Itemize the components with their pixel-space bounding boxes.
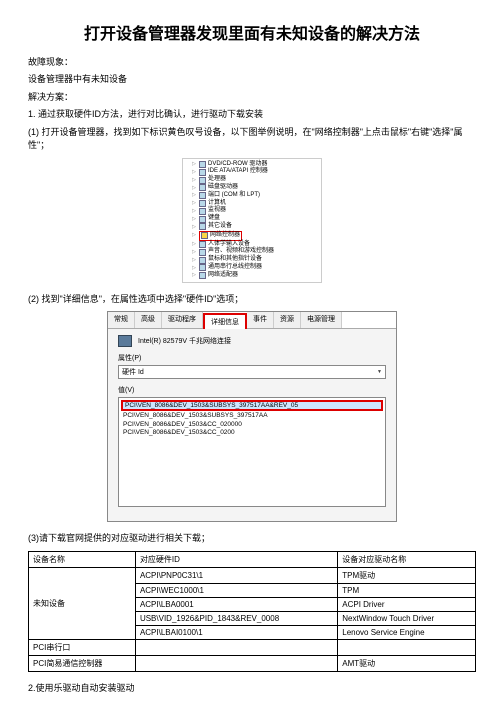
table-cell-drv: ACPI Driver: [338, 597, 476, 611]
table-header-id: 对应硬件ID: [135, 551, 337, 567]
dialog-tab[interactable]: 高级: [135, 312, 162, 328]
table-cell-devicename: PCI串行口: [29, 639, 136, 655]
fault-label: 故障现象：: [28, 56, 476, 69]
device-name-text: Intel(R) 82579V 千兆网络连接: [138, 336, 231, 346]
table-cell-drv: TPM驱动: [338, 567, 476, 583]
device-tree-item: ▷鼠标和其他指针设备: [185, 256, 319, 264]
device-tree-item: ▷其它设备: [185, 223, 319, 231]
property-dropdown[interactable]: 硬件 Id ▼: [118, 365, 386, 379]
hardware-id-item[interactable]: PCI\VEN_8086&DEV_1503&SUBSYS_397517AA: [121, 412, 383, 420]
table-cell-drv: NextWindow Touch Driver: [338, 611, 476, 625]
device-tree-item: ▷键盘: [185, 215, 319, 223]
table-cell-devicename: PCI简易通信控制器: [29, 655, 136, 671]
table-cell-id: ACPI\LBAI0100\1: [135, 625, 337, 639]
device-tree-item: ▷IDE ATA/ATAPI 控制器: [185, 168, 319, 176]
table-cell-id: USB\VID_1926&PID_1843&REV_0008: [135, 611, 337, 625]
step-1-1: (1) 打开设备管理器，找到如下标识黄色叹号设备，以下图举例说明，在"网络控制器…: [28, 126, 476, 151]
page-title: 打开设备管理器发现里面有未知设备的解决方法: [28, 20, 476, 44]
table-cell-id: [135, 639, 337, 655]
step-1-3: (3)请下载官网提供的对应驱动进行相关下载；: [28, 532, 476, 545]
dialog-tab[interactable]: 事件: [247, 312, 274, 328]
table-cell-drv: [338, 639, 476, 655]
table-cell-id: ACPI\LBA0001: [135, 597, 337, 611]
device-tree-item: ▷监视器: [185, 207, 319, 215]
step-1-2: (2) 找到"详细信息"，在属性选项中选择"硬件ID"选项；: [28, 293, 476, 306]
device-tree-item: ▷端口 (COM 和 LPT): [185, 192, 319, 200]
network-adapter-icon: [118, 335, 132, 347]
hardware-id-item[interactable]: PCI\VEN_8086&DEV_1503&CC_0200: [121, 429, 383, 437]
properties-dialog: 常规高级驱动程序详细信息事件资源电源管理 Intel(R) 82579V 千兆网…: [107, 311, 397, 522]
device-tree-screenshot: ▷DVD/CD-ROW 驱动器▷IDE ATA/ATAPI 控制器▷处理器▷磁盘…: [182, 158, 322, 283]
device-tree-item: ▷磁盘驱动器: [185, 184, 319, 192]
device-tree-item: ▷声音、视频和游戏控制器: [185, 248, 319, 256]
device-tree-highlight: 网络控制器: [210, 232, 240, 240]
table-header-name: 设备名称: [29, 551, 136, 567]
device-tree-item: ▷计算机: [185, 200, 319, 208]
hardware-id-item[interactable]: PCI\VEN_8086&DEV_1503&SUBSYS_397517AA&RE…: [121, 400, 383, 411]
hardware-id-item[interactable]: PCI\VEN_8086&DEV_1503&CC_020000: [121, 421, 383, 429]
dialog-tabs: 常规高级驱动程序详细信息事件资源电源管理: [108, 312, 396, 329]
table-cell-id: ACPI\WEC1000\1: [135, 583, 337, 597]
table-cell-drv: Lenovo Service Engine: [338, 625, 476, 639]
table-header-driver: 设备对应驱动名称: [338, 551, 476, 567]
table-cell-drv: AMT驱动: [338, 655, 476, 671]
table-cell-id: [135, 655, 337, 671]
chevron-down-icon: ▼: [377, 369, 382, 375]
dialog-tab[interactable]: 驱动程序: [162, 312, 203, 328]
value-label: 值(V): [118, 385, 386, 395]
step-1: 1. 通过获取硬件ID方法，进行对比确认，进行驱动下载安装: [28, 108, 476, 121]
dialog-tab[interactable]: 详细信息: [203, 313, 247, 329]
property-dropdown-value: 硬件 Id: [122, 367, 144, 377]
property-label: 属性(P): [118, 353, 386, 363]
dialog-tab[interactable]: 电源管理: [301, 312, 342, 328]
device-tree-item: ▷网络适配器: [185, 272, 319, 280]
step-2: 2.使用乐驱动自动安装驱动: [28, 682, 476, 695]
driver-table: 设备名称 对应硬件ID 设备对应驱动名称 未知设备 ACPI\PNP0C31\1…: [28, 551, 476, 672]
table-cell-devicename: 未知设备: [29, 567, 136, 639]
fault-text: 设备管理器中有未知设备: [28, 73, 476, 86]
table-cell-drv: TPM: [338, 583, 476, 597]
dialog-tab[interactable]: 常规: [108, 312, 135, 328]
hardware-id-listbox[interactable]: PCI\VEN_8086&DEV_1503&SUBSYS_397517AA&RE…: [118, 397, 386, 507]
device-tree-item: ▷通用串行总线控制器: [185, 264, 319, 272]
solution-label: 解决方案：: [28, 91, 476, 104]
device-tree-item: ▷处理器: [185, 176, 319, 184]
dialog-tab[interactable]: 资源: [274, 312, 301, 328]
table-cell-id: ACPI\PNP0C31\1: [135, 567, 337, 583]
